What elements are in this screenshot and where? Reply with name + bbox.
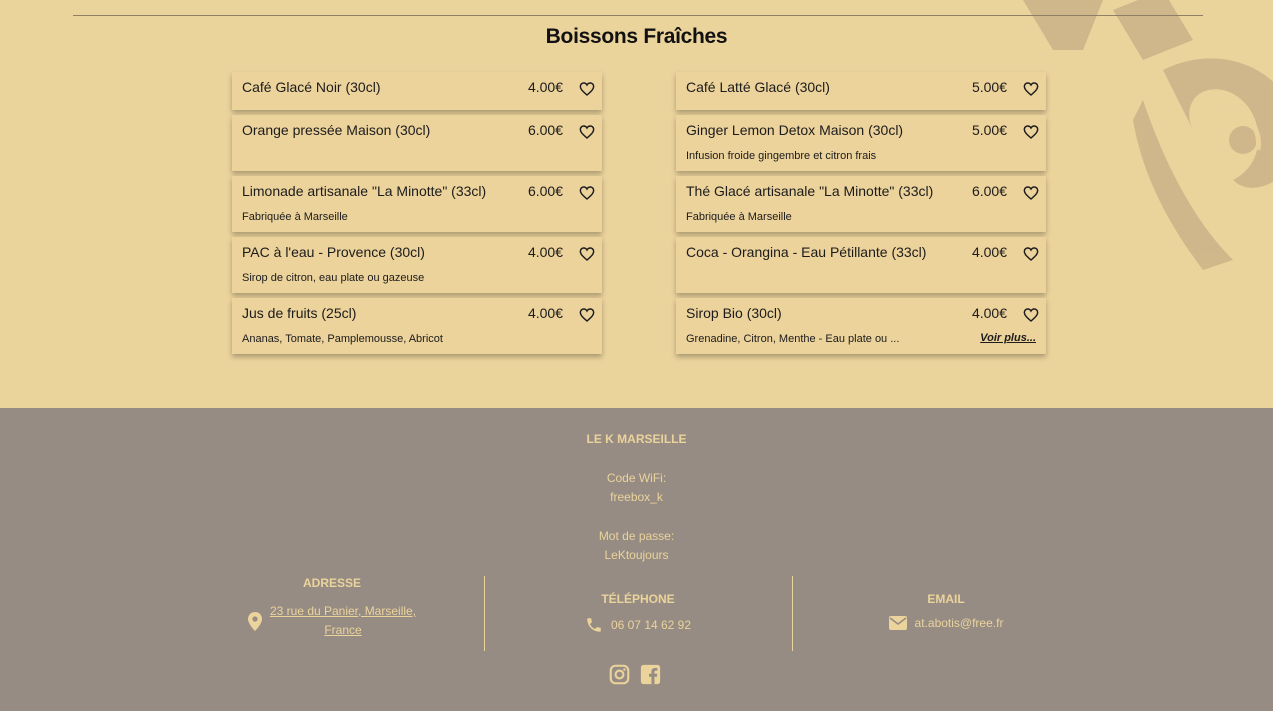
- heart-icon[interactable]: [579, 185, 595, 201]
- heart-icon[interactable]: [579, 246, 595, 262]
- item-price: 6.00€: [527, 183, 563, 199]
- item-description: Ananas, Tomate, Pamplemousse, Abricot: [242, 333, 443, 345]
- item-name: Café Glacé Noir (30cl): [242, 79, 381, 95]
- heart-icon[interactable]: [579, 81, 595, 97]
- phone-link[interactable]: 06 07 14 62 92: [538, 616, 738, 634]
- drinks-column-left: Café Glacé Noir (30cl) 4.00€ Orange pres…: [232, 72, 602, 359]
- item-description: Fabriquée à Marseille: [242, 211, 348, 223]
- envelope-icon: [888, 616, 907, 630]
- heart-icon[interactable]: [1023, 81, 1039, 97]
- item-price: 4.00€: [527, 305, 563, 321]
- footer-divider: [484, 576, 485, 651]
- item-price: 6.00€: [971, 183, 1007, 199]
- email-link[interactable]: at.abotis@free.fr: [846, 616, 1046, 630]
- item-price: 4.00€: [971, 244, 1007, 260]
- wifi-value: freebox_k: [610, 490, 663, 504]
- menu-item-card[interactable]: Café Latté Glacé (30cl) 5.00€: [676, 72, 1046, 110]
- see-more-link[interactable]: Voir plus...: [980, 332, 1036, 344]
- address-line: 23 rue du Panier, Marseille,: [269, 604, 417, 618]
- social-links: [609, 664, 661, 685]
- address-block: ADRESSE 23 rue du Panier, Marseille, Fra…: [232, 576, 432, 640]
- footer: LE K MARSEILLE Code WiFi: freebox_k Mot …: [0, 408, 1273, 711]
- instagram-icon[interactable]: [609, 664, 630, 685]
- wifi-label: Code WiFi:: [606, 471, 667, 485]
- heart-icon[interactable]: [579, 124, 595, 140]
- footer-brand: LE K MARSEILLE: [586, 432, 687, 446]
- menu-item-card[interactable]: Limonade artisanale "La Minotte" (33cl) …: [232, 176, 602, 232]
- item-name: Jus de fruits (25cl): [242, 305, 357, 321]
- heart-icon[interactable]: [579, 307, 595, 323]
- item-description: Grenadine, Citron, Menthe - Eau plate ou…: [686, 333, 900, 345]
- item-price: 4.00€: [971, 305, 1007, 321]
- heart-icon[interactable]: [1023, 246, 1039, 262]
- item-description: Sirop de citron, eau plate ou gazeuse: [242, 272, 425, 284]
- menu-item-card[interactable]: Sirop Bio (30cl) 4.00€ Grenadine, Citron…: [676, 298, 1046, 354]
- facebook-icon[interactable]: [640, 664, 661, 685]
- address-link[interactable]: 23 rue du Panier, Marseille, France: [270, 602, 416, 640]
- footer-divider: [792, 576, 793, 651]
- email-title: EMAIL: [927, 592, 965, 606]
- item-name: Ginger Lemon Detox Maison (30cl): [686, 122, 904, 138]
- top-divider: [73, 15, 1203, 16]
- phone-value: 06 07 14 62 92: [610, 618, 692, 632]
- item-price: 5.00€: [971, 122, 1007, 138]
- item-name: Coca - Orangina - Eau Pétillante (33cl): [686, 244, 927, 260]
- item-description: Fabriquée à Marseille: [686, 211, 792, 223]
- menu-item-card[interactable]: Café Glacé Noir (30cl) 4.00€: [232, 72, 602, 110]
- menu-item-card[interactable]: Ginger Lemon Detox Maison (30cl) 5.00€ I…: [676, 115, 1046, 171]
- menu-item-card[interactable]: Orange pressée Maison (30cl) 6.00€: [232, 115, 602, 171]
- phone-block: TÉLÉPHONE 06 07 14 62 92: [538, 592, 738, 634]
- item-name: Limonade artisanale "La Minotte" (33cl): [242, 183, 487, 199]
- address-title: ADRESSE: [302, 576, 361, 590]
- item-name: Sirop Bio (30cl): [686, 305, 782, 321]
- address-line: France: [324, 623, 362, 637]
- item-name: Orange pressée Maison (30cl): [242, 122, 431, 138]
- phone-title: TÉLÉPHONE: [601, 592, 675, 606]
- menu-item-card[interactable]: Jus de fruits (25cl) 4.00€ Ananas, Tomat…: [232, 298, 602, 354]
- heart-icon[interactable]: [1023, 185, 1039, 201]
- item-price: 6.00€: [527, 122, 563, 138]
- map-pin-icon: [247, 611, 262, 631]
- section-title: Boissons Fraîches: [545, 25, 728, 48]
- email-block: EMAIL at.abotis@free.fr: [846, 592, 1046, 630]
- item-price: 5.00€: [971, 79, 1007, 95]
- password-value: LeKtoujours: [604, 548, 669, 562]
- password-label: Mot de passe:: [598, 529, 675, 543]
- menu-item-card[interactable]: Coca - Orangina - Eau Pétillante (33cl) …: [676, 237, 1046, 293]
- item-name: PAC à l'eau - Provence (30cl): [242, 244, 425, 260]
- heart-icon[interactable]: [1023, 307, 1039, 323]
- item-price: 4.00€: [527, 79, 563, 95]
- item-name: Café Latté Glacé (30cl): [686, 79, 830, 95]
- phone-icon: [587, 618, 601, 632]
- menu-item-card[interactable]: Thé Glacé artisanale "La Minotte" (33cl)…: [676, 176, 1046, 232]
- email-value: at.abotis@free.fr: [914, 616, 1004, 630]
- item-name: Thé Glacé artisanale "La Minotte" (33cl): [686, 183, 934, 199]
- item-description: Infusion froide gingembre et citron frai…: [686, 150, 877, 162]
- drinks-column-right: Café Latté Glacé (30cl) 5.00€ Ginger Lem…: [676, 72, 1046, 359]
- menu-item-card[interactable]: PAC à l'eau - Provence (30cl) 4.00€ Siro…: [232, 237, 602, 293]
- item-price: 4.00€: [527, 244, 563, 260]
- heart-icon[interactable]: [1023, 124, 1039, 140]
